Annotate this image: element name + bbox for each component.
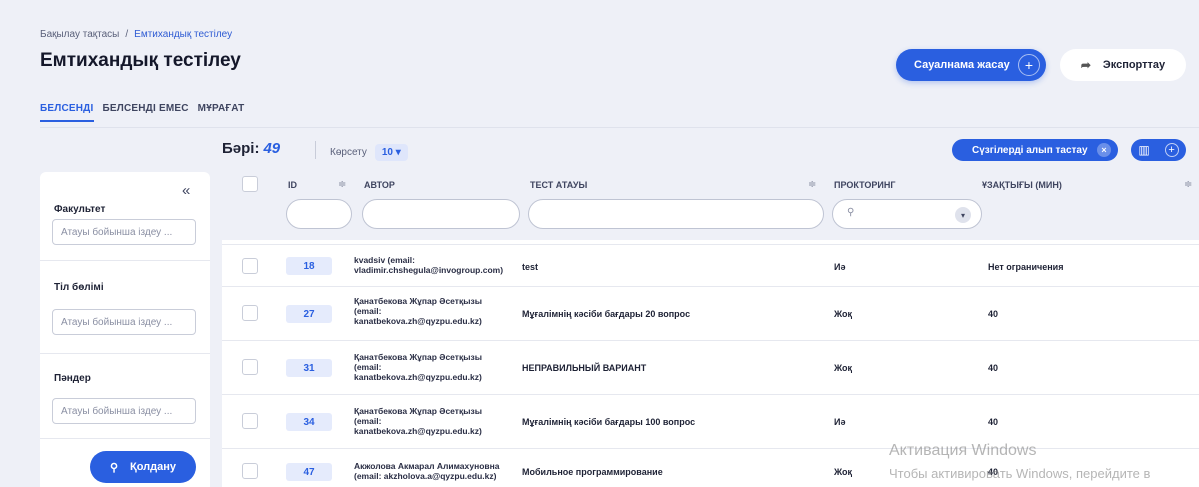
- table-row[interactable]: 18 kvadsiv (email: vladimir.chshegula@in…: [222, 244, 1199, 286]
- row-title[interactable]: НЕПРАВИЛЬНЫЙ ВАРИАНТ: [522, 363, 646, 373]
- author-filter-input[interactable]: [362, 199, 520, 229]
- filter-divider: [40, 353, 210, 354]
- row-duration: 40: [988, 309, 999, 319]
- row-checkbox[interactable]: [242, 305, 258, 321]
- tab-active[interactable]: БЕЛСЕНДІ: [40, 103, 94, 122]
- row-proctoring: Жоқ: [834, 309, 853, 319]
- breadcrumb-home[interactable]: Бақылау тақтасы: [40, 29, 119, 40]
- row-proctoring: Жоқ: [834, 363, 853, 373]
- row-id: 18: [286, 257, 332, 275]
- activation-watermark-title: Активация Windows: [889, 442, 1037, 459]
- export-button[interactable]: ➦ Экспорттау: [1060, 49, 1186, 81]
- row-id: 31: [286, 359, 332, 377]
- apply-label: Қолдану: [130, 461, 177, 473]
- row-id: 47: [286, 463, 332, 481]
- row-duration: 40: [988, 417, 999, 427]
- column-author[interactable]: АВТОР: [364, 180, 395, 190]
- breadcrumb: Бақылау тақтасы / Емтихандық тестілеу: [40, 29, 232, 40]
- search-icon: ⚲: [847, 207, 855, 218]
- row-proctoring: Иә: [834, 262, 846, 272]
- row-checkbox[interactable]: [242, 463, 258, 479]
- clear-filters-label: Сүзгілерді алып тастау: [972, 144, 1088, 156]
- page-size: Көрсету 10 ▾: [330, 144, 408, 161]
- row-duration: Нет ограничения: [988, 262, 1064, 272]
- sort-icon[interactable]: ≑: [1184, 179, 1192, 190]
- page-title: Емтихандық тестілеу: [40, 50, 241, 71]
- status-tabs: БЕЛСЕНДІ БЕЛСЕНДІ ЕМЕС МҰРАҒАТ: [40, 103, 244, 122]
- filter-divider: [40, 438, 210, 439]
- share-arrow-icon: ➦: [1080, 58, 1091, 72]
- row-checkbox[interactable]: [242, 413, 258, 429]
- subjects-search-input[interactable]: Атауы бойынша іздеу ...: [52, 398, 196, 424]
- breadcrumb-current: Емтихандық тестілеу: [134, 29, 233, 40]
- show-label: Көрсету: [330, 147, 367, 158]
- search-icon: ⚲: [109, 461, 119, 474]
- row-title[interactable]: Мобильное программирование: [522, 467, 663, 477]
- row-author: Акжолова Акмарал Алимахуновна (email: ak…: [354, 461, 500, 481]
- faculty-search-input[interactable]: Атауы бойынша іздеу ...: [52, 219, 196, 245]
- total-label: Бәрі:: [222, 140, 260, 157]
- close-icon: ×: [1097, 143, 1111, 157]
- row-id: 34: [286, 413, 332, 431]
- sort-icon[interactable]: ≑: [808, 179, 816, 190]
- plus-icon: +: [1164, 143, 1179, 157]
- proctoring-filter-select[interactable]: ⚲ ▾: [832, 199, 982, 229]
- create-survey-button[interactable]: Сауалнама жасау +: [896, 49, 1046, 81]
- row-duration: 40: [988, 363, 999, 373]
- subjects-filter-label: Пәндер: [54, 373, 91, 384]
- title-filter-input[interactable]: [528, 199, 824, 229]
- column-title[interactable]: ТЕСТ АТАУЫ: [530, 180, 587, 190]
- total-count: Бәрі: 49: [222, 140, 280, 157]
- export-label: Экспорттау: [1102, 59, 1166, 71]
- language-search-input[interactable]: Атауы бойынша іздеу ...: [52, 309, 196, 335]
- apply-button[interactable]: ⚲ Қолдану: [90, 451, 196, 483]
- row-checkbox[interactable]: [242, 258, 258, 274]
- columns-button[interactable]: ▥ +: [1131, 139, 1186, 161]
- row-title[interactable]: Мұғалімнің кәсіби бағдары 20 вопрос: [522, 309, 690, 319]
- summary-divider: [315, 141, 316, 159]
- language-filter-label: Тіл бөлімі: [54, 282, 104, 293]
- table-row[interactable]: 34 Қанатбекова Жұпар Әсетқызы (email: ka…: [222, 394, 1199, 448]
- tab-inactive[interactable]: БЕЛСЕНДІ ЕМЕС: [103, 103, 189, 122]
- id-filter-input[interactable]: [286, 199, 352, 229]
- row-proctoring: Жоқ: [834, 467, 853, 477]
- filter-divider: [40, 260, 210, 261]
- row-author: Қанатбекова Жұпар Әсетқызы (email: kanat…: [354, 406, 482, 436]
- row-author: Қанатбекова Жұпар Әсетқызы (email: kanat…: [354, 296, 482, 326]
- faculty-filter-label: Факультет: [54, 204, 106, 215]
- select-all-checkbox[interactable]: [242, 176, 258, 192]
- total-value: 49: [263, 140, 281, 157]
- tests-table: ID ≑ АВТОР ТЕСТ АТАУЫ ≑ ПРОКТОРИНГ ҰЗАҚТ…: [222, 172, 1199, 487]
- chevron-down-icon: ▾: [955, 207, 971, 223]
- page-size-select[interactable]: 10 ▾: [374, 144, 408, 161]
- column-proctoring[interactable]: ПРОКТОРИНГ: [834, 180, 895, 190]
- table-row[interactable]: 31 Қанатбекова Жұпар Әсетқызы (email: ka…: [222, 340, 1199, 394]
- row-proctoring: Иә: [834, 417, 846, 427]
- columns-icon: ▥: [1138, 143, 1150, 157]
- activation-watermark-text: Чтобы активировать Windows, перейдите в: [889, 466, 1151, 481]
- column-duration[interactable]: ҰЗАҚТЫҒЫ (МИН): [982, 180, 1062, 190]
- row-checkbox[interactable]: [242, 359, 258, 375]
- filter-sidebar: « Факультет Атауы бойынша іздеу ... Тіл …: [40, 172, 210, 487]
- row-author: kvadsiv (email: vladimir.chshegula@invog…: [354, 255, 504, 275]
- row-title[interactable]: test: [522, 262, 538, 272]
- tabs-divider: [40, 127, 1199, 128]
- clear-filters-button[interactable]: Сүзгілерді алып тастау ×: [952, 139, 1118, 161]
- row-title[interactable]: Мұғалімнің кәсіби бағдары 100 вопрос: [522, 417, 695, 427]
- column-id[interactable]: ID: [288, 180, 297, 190]
- tab-archive[interactable]: МҰРАҒАТ: [198, 103, 245, 122]
- table-header: ID ≑ АВТОР ТЕСТ АТАУЫ ≑ ПРОКТОРИНГ ҰЗАҚТ…: [222, 172, 1199, 240]
- breadcrumb-separator: /: [125, 29, 129, 40]
- row-id: 27: [286, 305, 332, 323]
- plus-icon: +: [1018, 54, 1040, 76]
- create-survey-label: Сауалнама жасау: [914, 59, 1010, 71]
- sort-icon[interactable]: ≑: [338, 179, 346, 190]
- table-row[interactable]: 27 Қанатбекова Жұпар Әсетқызы (email: ka…: [222, 286, 1199, 340]
- row-author: Қанатбекова Жұпар Әсетқызы (email: kanat…: [354, 352, 482, 382]
- collapse-icon[interactable]: «: [182, 182, 190, 199]
